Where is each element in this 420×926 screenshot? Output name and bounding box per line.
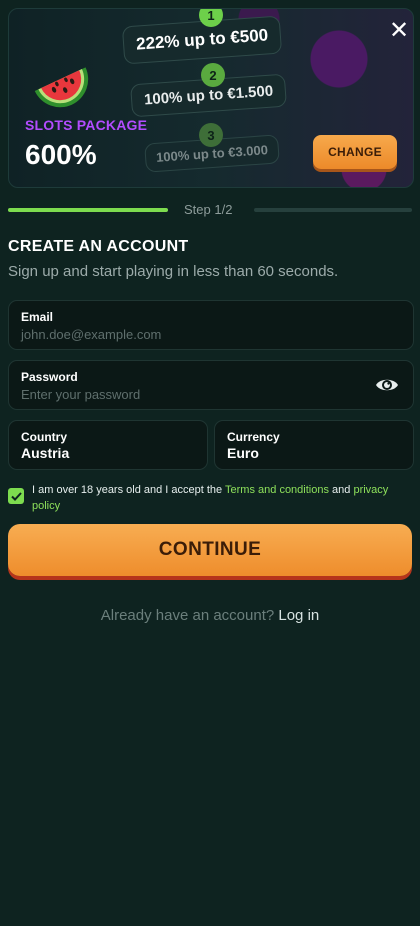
login-prompt: Already have an account? Log in xyxy=(0,607,420,624)
login-prompt-text: Already have an account? xyxy=(100,607,275,624)
close-icon[interactable]: ✕ xyxy=(387,19,411,43)
terms-link[interactable]: Terms and conditions xyxy=(225,484,329,496)
tier-2-badge: 2 xyxy=(201,63,225,87)
bonus-banner: SLOTS PACKAGE 600% 222% up to €500 1 100… xyxy=(8,8,414,188)
country-label: Country xyxy=(21,430,67,444)
package-value: 600% xyxy=(25,139,97,170)
email-label: Email xyxy=(21,310,54,324)
password-label: Password xyxy=(21,370,78,384)
terms-checkbox[interactable] xyxy=(8,488,24,504)
step-progress: Step 1/2 xyxy=(8,200,412,220)
password-input[interactable]: Enter your password xyxy=(21,387,140,402)
password-field[interactable]: Password Enter your password xyxy=(8,360,414,410)
package-label: SLOTS PACKAGE xyxy=(25,117,148,133)
terms-text-2: and xyxy=(328,484,354,496)
terms-text: I am over 18 years old and I accept the … xyxy=(32,482,416,514)
page-subtitle: Sign up and start playing in less than 6… xyxy=(8,263,339,280)
currency-value: Euro xyxy=(227,445,259,461)
terms-text-1: I am over 18 years old and I accept the xyxy=(32,484,226,496)
currency-select[interactable]: Currency Euro xyxy=(214,420,414,470)
progress-bar-remaining xyxy=(254,208,412,212)
currency-label: Currency xyxy=(227,430,280,444)
tier-3-badge: 3 xyxy=(199,123,223,147)
continue-button[interactable]: CONTINUE xyxy=(8,524,412,576)
change-package-button[interactable]: CHANGE xyxy=(313,135,397,169)
email-input[interactable]: john.doe@example.com xyxy=(21,327,161,342)
country-value: Austria xyxy=(21,445,70,461)
email-field[interactable]: Email john.doe@example.com xyxy=(8,300,414,350)
country-select[interactable]: Country Austria xyxy=(8,420,208,470)
checkmark-icon xyxy=(10,491,22,501)
watermelon-icon xyxy=(34,67,89,108)
progress-bar-complete xyxy=(8,208,168,212)
show-password-icon[interactable] xyxy=(375,375,399,395)
page-title: CREATE AN ACCOUNT xyxy=(8,238,189,255)
step-indicator: Step 1/2 xyxy=(184,202,233,217)
login-link[interactable]: Log in xyxy=(278,607,319,624)
